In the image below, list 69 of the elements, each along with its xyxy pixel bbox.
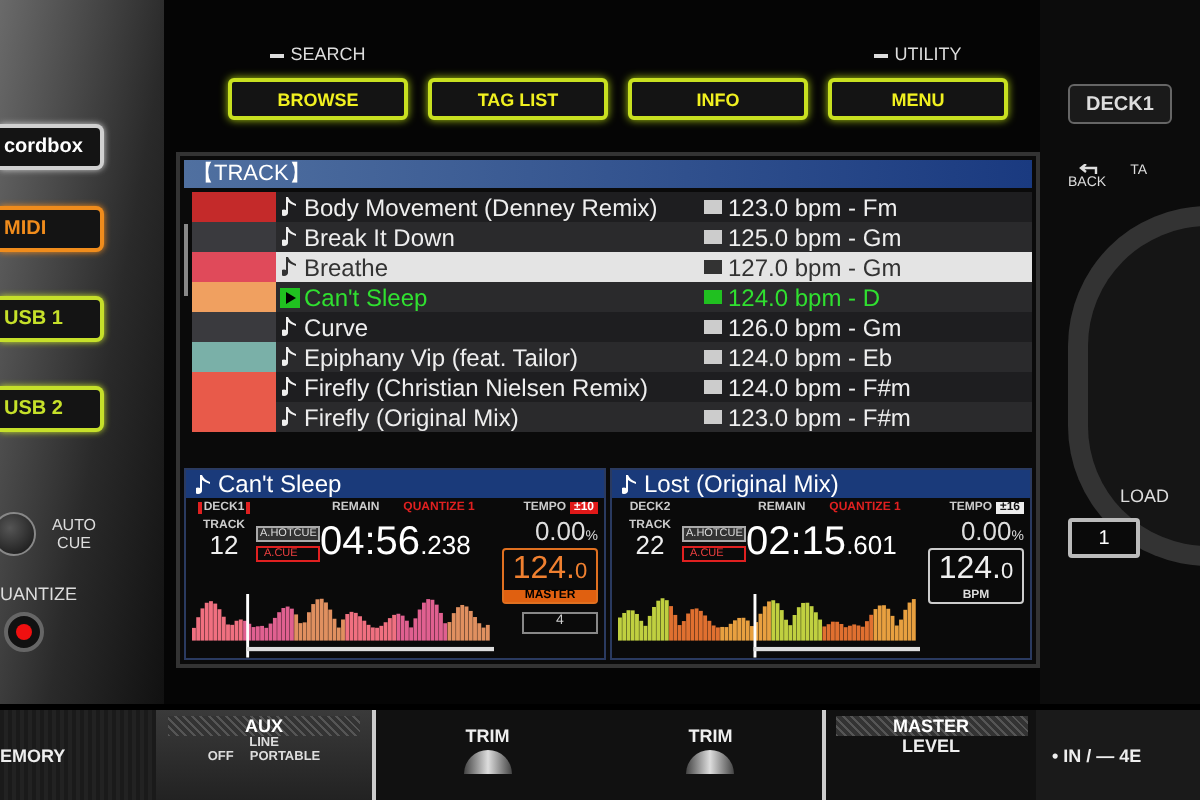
list-header: 【TRACK】 <box>184 160 1032 188</box>
memory-label: EMORY <box>0 745 66 765</box>
music-note-icon <box>196 473 212 495</box>
music-note-icon <box>282 196 298 218</box>
music-note-icon <box>282 256 298 278</box>
track-row[interactable]: Epiphany Vip (feat. Tailor) 124.0 bpm - Eb <box>192 342 1032 372</box>
trim-knob[interactable] <box>686 750 735 774</box>
deck-button[interactable]: DECK1 <box>1068 84 1172 124</box>
track-title: Body Movement (Denney Remix) <box>304 193 660 221</box>
track-row[interactable]: Body Movement (Denney Remix) 123.0 bpm - Fm <box>192 192 1032 222</box>
track-title: Firefly (Christian Nielsen Remix) <box>304 373 651 401</box>
remaining-time: 04:56.238 <box>320 518 473 568</box>
track-title: Can't Sleep <box>304 283 430 311</box>
button-caption: SEARCH <box>270 44 366 72</box>
music-note-icon <box>282 226 298 248</box>
track-row[interactable]: Firefly (Original Mix) 123.0 bpm - F#m <box>192 402 1032 432</box>
music-note-icon <box>622 473 638 495</box>
track-number: 12 <box>209 532 239 558</box>
load-button[interactable]: 1 <box>1068 518 1140 558</box>
nav-button[interactable]: MENU <box>828 78 1008 120</box>
track-bpm-key: 124.0 bpm - Eb <box>728 343 893 371</box>
track-title: Break It Down <box>304 223 457 251</box>
nav-button[interactable]: BROWSE <box>228 78 408 120</box>
track-bpm-key: 126.0 bpm - Gm <box>728 313 902 341</box>
track-title: Firefly (Original Mix) <box>304 403 521 431</box>
aux-title: AUX <box>168 716 360 736</box>
trim-label: TRIM <box>465 726 510 746</box>
level-label: LEVEL <box>901 736 960 756</box>
back-arrow-icon <box>1077 164 1098 176</box>
remaining-time: 02:15.601 <box>746 518 899 568</box>
trim-label: TRIM <box>688 726 733 746</box>
music-note-icon <box>282 316 298 338</box>
trim-knob[interactable] <box>463 750 512 774</box>
track-bpm-key: 125.0 bpm - Gm <box>728 223 902 251</box>
track-row[interactable]: Break It Down 125.0 bpm - Gm <box>192 222 1032 252</box>
track-bpm-key: 123.0 bpm - F#m <box>728 403 911 431</box>
play-icon <box>280 287 300 307</box>
master-title: MASTER <box>835 716 1027 736</box>
track-row[interactable]: Can't Sleep 124.0 bpm - D <box>192 282 1032 312</box>
track-title: Breathe <box>304 253 391 281</box>
button-caption: UTILITY <box>874 44 962 72</box>
source-button[interactable]: cordbox <box>0 124 104 170</box>
auto-cue-label: AUTO CUE <box>49 516 99 552</box>
source-button[interactable]: USB 2 <box>0 386 104 432</box>
track-bpm-key: 124.0 bpm - F#m <box>728 373 911 401</box>
track-bpm-key: 123.0 bpm - Fm <box>728 193 898 221</box>
track-title: Curve <box>304 313 371 341</box>
scrollbar-thumb[interactable] <box>184 224 188 296</box>
track-bpm-key: 127.0 bpm - Gm <box>728 253 902 281</box>
track-row[interactable]: Breathe 127.0 bpm - Gm <box>192 252 1032 282</box>
music-note-icon <box>282 376 298 398</box>
track-row[interactable]: Curve 126.0 bpm - Gm <box>192 312 1032 342</box>
load-label: LOAD <box>1120 486 1170 506</box>
deck-track-title: Can't Sleep <box>218 470 342 498</box>
track-title: Epiphany Vip (feat. Tailor) <box>304 343 580 371</box>
nav-button[interactable]: INFO <box>628 78 808 120</box>
input-label: • IN / — 4E <box>1052 745 1142 765</box>
quantize-button[interactable] <box>4 612 44 652</box>
source-button[interactable]: USB 1 <box>0 296 104 342</box>
music-note-icon <box>282 406 298 428</box>
auto-cue-knob[interactable] <box>0 512 36 556</box>
quantize-label: UANTIZE <box>0 584 78 604</box>
track-bpm-key: 124.0 bpm - D <box>728 283 881 311</box>
nav-button[interactable]: TAG LIST <box>428 78 608 120</box>
music-note-icon <box>282 346 298 368</box>
source-button[interactable]: MIDI <box>0 206 104 252</box>
track-row[interactable]: Firefly (Christian Nielsen Remix) 124.0 bpm - F#m <box>192 372 1032 402</box>
deck-track-title: Lost (Original Mix) <box>644 470 839 498</box>
track-number: 22 <box>635 532 665 558</box>
